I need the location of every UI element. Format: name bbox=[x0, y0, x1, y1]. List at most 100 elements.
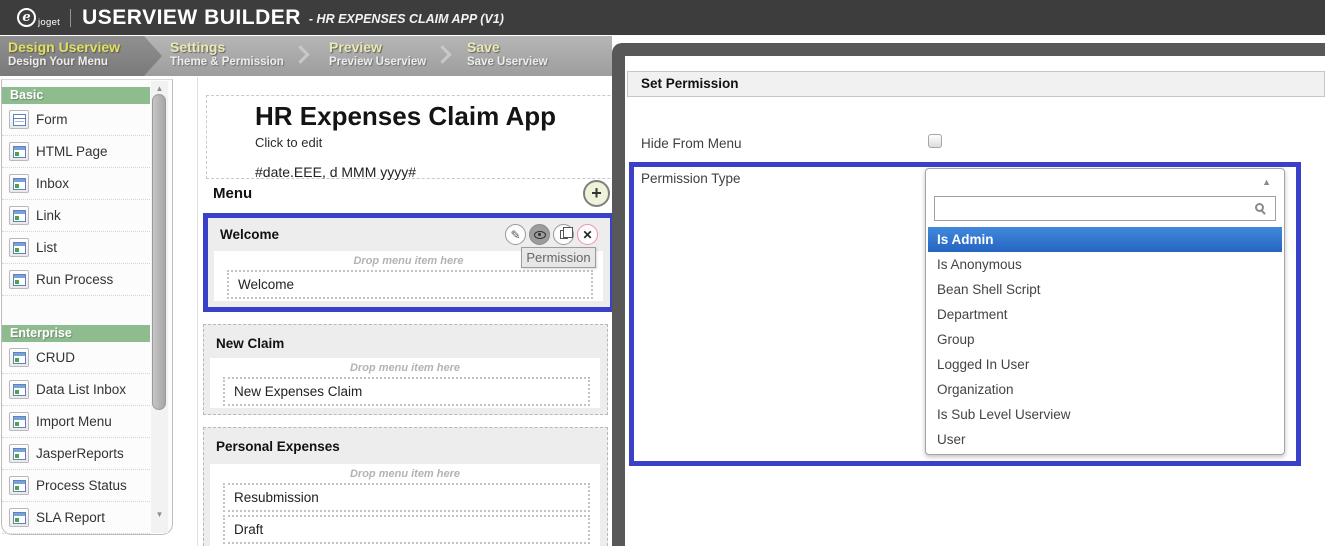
palette-item-list[interactable]: List bbox=[2, 232, 150, 264]
palette-item-label: CRUD bbox=[36, 350, 75, 365]
menu-element-icon bbox=[9, 444, 29, 463]
header-divider bbox=[70, 9, 71, 27]
step-design-userview[interactable]: Design Userview Design Your Menu bbox=[0, 36, 162, 76]
option-is-anonymous[interactable]: Is Anonymous bbox=[926, 252, 1284, 277]
palette-item-label: Data List Inbox bbox=[36, 382, 126, 397]
add-category-button[interactable]: + bbox=[583, 180, 610, 207]
delete-category-button[interactable]: ✕ bbox=[577, 224, 598, 245]
step-preview[interactable]: Preview Preview Userview bbox=[329, 36, 426, 76]
step-settings[interactable]: Settings Theme & Permission bbox=[170, 36, 284, 76]
option-user[interactable]: User bbox=[926, 427, 1284, 452]
palette-item-label: Form bbox=[36, 112, 68, 127]
chevron-separator-icon bbox=[291, 45, 309, 63]
category-name: New Claim bbox=[216, 336, 284, 351]
palette-item-label: List bbox=[36, 240, 57, 255]
form-icon bbox=[9, 110, 29, 129]
menu-element-icon bbox=[9, 476, 29, 495]
option-logged-in-user[interactable]: Logged In User bbox=[926, 352, 1284, 377]
category-welcome[interactable]: Welcome ✎ ✕ Drop menu item here Welcome … bbox=[203, 213, 612, 312]
menu-section-label: Menu bbox=[213, 185, 252, 202]
dropdown-search-box bbox=[934, 196, 1276, 221]
palette-item-label: HTML Page bbox=[36, 144, 108, 159]
permission-type-label: Permission Type bbox=[641, 171, 741, 186]
step-sublabel: Save Userview bbox=[467, 56, 548, 68]
permission-tooltip: Permission bbox=[521, 247, 596, 268]
option-is-sub-level-userview[interactable]: Is Sub Level Userview bbox=[926, 402, 1284, 427]
step-label: Save bbox=[467, 39, 548, 55]
menu-item-draft[interactable]: Draft bbox=[223, 515, 590, 544]
pencil-icon: ✎ bbox=[510, 228, 520, 242]
palette-item-label: Import Menu bbox=[36, 414, 112, 429]
drop-hint: Drop menu item here bbox=[210, 464, 600, 480]
menu-element-icon bbox=[9, 206, 29, 225]
userview-header-block[interactable]: HR Expenses Claim App Click to edit #dat… bbox=[206, 95, 612, 179]
menu-item-new-expenses-claim[interactable]: New Expenses Claim bbox=[223, 377, 590, 406]
close-icon: ✕ bbox=[582, 228, 592, 242]
category-personal-expenses[interactable]: Personal Expenses Drop menu item here Re… bbox=[203, 427, 608, 546]
category-new-claim[interactable]: New Claim Drop menu item here New Expens… bbox=[203, 324, 608, 415]
menu-item-resubmission[interactable]: Resubmission bbox=[223, 483, 590, 512]
option-group[interactable]: Group bbox=[926, 327, 1284, 352]
palette-item-process-status[interactable]: Process Status bbox=[2, 470, 150, 502]
option-organization[interactable]: Organization bbox=[926, 377, 1284, 402]
palette-item-run-process[interactable]: Run Process bbox=[2, 264, 150, 296]
joget-logo-icon: e bbox=[17, 8, 36, 27]
category-dropzone: Drop menu item here Resubmission Draft bbox=[210, 464, 600, 546]
menu-item-welcome[interactable]: Welcome bbox=[227, 270, 593, 299]
palette-item-data-list-inbox[interactable]: Data List Inbox bbox=[2, 374, 150, 406]
sidebar-scrollbar[interactable]: ▲ ▼ bbox=[151, 81, 168, 533]
menu-element-icon bbox=[9, 238, 29, 257]
palette-item-label: JasperReports bbox=[36, 446, 124, 461]
category-name: Personal Expenses bbox=[216, 439, 340, 454]
menu-element-icon bbox=[9, 508, 29, 527]
category-name: Welcome bbox=[220, 227, 279, 242]
set-permission-dialog: Set Permission Hide From Menu Permission… bbox=[625, 56, 1325, 546]
scroll-up-icon[interactable]: ▲ bbox=[151, 84, 168, 93]
palette-section-basic: Basic bbox=[2, 87, 150, 104]
palette-item-jasperreports[interactable]: JasperReports bbox=[2, 438, 150, 470]
permission-button[interactable] bbox=[529, 224, 550, 245]
palette-item-label: Process Status bbox=[36, 478, 127, 493]
option-department[interactable]: Department bbox=[926, 302, 1284, 327]
copy-icon bbox=[560, 230, 568, 239]
step-label: Settings bbox=[170, 39, 284, 55]
permission-type-dropdown[interactable]: ▲ Is Admin Is Anonymous Bean Shell Scrip… bbox=[925, 168, 1285, 455]
eye-icon bbox=[534, 231, 546, 239]
userview-title: HR Expenses Claim App bbox=[255, 101, 612, 132]
dropdown-search-input[interactable] bbox=[939, 199, 1239, 218]
hide-from-menu-checkbox[interactable] bbox=[928, 134, 942, 148]
option-bean-shell-script[interactable]: Bean Shell Script bbox=[926, 277, 1284, 302]
top-bar: e joget USERVIEW BUILDER - HR EXPENSES C… bbox=[0, 0, 1325, 35]
palette-item-form[interactable]: Form bbox=[2, 104, 150, 136]
option-is-admin[interactable]: Is Admin bbox=[928, 227, 1282, 252]
click-to-edit-hint: Click to edit bbox=[255, 135, 612, 150]
palette-item-link[interactable]: Link bbox=[2, 200, 150, 232]
palette-gap bbox=[2, 296, 172, 318]
menu-element-icon bbox=[9, 142, 29, 161]
palette-item-crud[interactable]: CRUD bbox=[2, 342, 150, 374]
hide-from-menu-label: Hide From Menu bbox=[641, 136, 742, 151]
chevron-up-icon[interactable]: ▲ bbox=[1262, 177, 1271, 187]
scroll-down-icon[interactable]: ▼ bbox=[151, 510, 168, 519]
category-dropzone: Drop menu item here New Expenses Claim bbox=[210, 358, 600, 408]
drop-hint: Drop menu item here bbox=[210, 358, 600, 374]
palette-item-import-menu[interactable]: Import Menu bbox=[2, 406, 150, 438]
copy-category-button[interactable] bbox=[553, 224, 574, 245]
step-label: Design Userview bbox=[8, 39, 162, 55]
palette-item-label: Run Process bbox=[36, 272, 113, 287]
palette-item-inbox[interactable]: Inbox bbox=[2, 168, 150, 200]
palette-item-sla-report[interactable]: SLA Report bbox=[2, 502, 150, 534]
edit-category-button[interactable]: ✎ bbox=[505, 224, 526, 245]
step-sublabel: Theme & Permission bbox=[170, 56, 284, 68]
palette-item-html-page[interactable]: HTML Page bbox=[2, 136, 150, 168]
category-actions: ✎ ✕ bbox=[505, 224, 598, 245]
joget-logo-text: joget bbox=[38, 17, 60, 28]
menu-element-palette: Basic Form HTML Page Inbox Link List Run… bbox=[1, 79, 173, 535]
step-label: Preview bbox=[329, 39, 426, 55]
userview-design-canvas: HR Expenses Claim App Click to edit #dat… bbox=[197, 77, 612, 546]
app-title: USERVIEW BUILDER bbox=[82, 6, 301, 30]
scrollbar-thumb[interactable] bbox=[152, 94, 166, 410]
menu-element-icon bbox=[9, 174, 29, 193]
step-sublabel: Design Your Menu bbox=[8, 56, 162, 68]
step-save[interactable]: Save Save Userview bbox=[467, 36, 548, 76]
